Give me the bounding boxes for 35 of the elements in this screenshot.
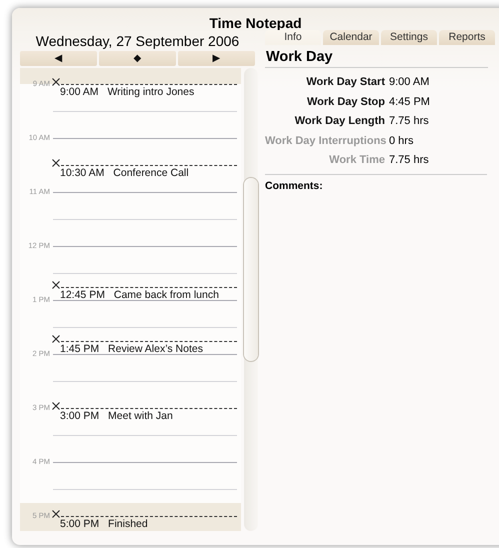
delete-icon[interactable] [52,334,60,342]
nav-button[interactable]: ◀ [20,51,97,66]
delete-icon[interactable] [52,510,60,518]
tab[interactable]: Info [265,30,321,45]
event-entry[interactable]: 10:30 AM Conference Call [60,167,189,180]
field-label: Work Day Stop [306,94,385,110]
field-label: Work Day Start [305,75,385,90]
field-value: 7.75 hrs [389,114,430,129]
field-value: 7.75 hrs [389,153,430,168]
field-label: Work Day Interruptions [265,134,385,148]
scroll-thumb[interactable] [244,178,258,361]
event-entry[interactable]: 9:00 AM Writing intro Jones [60,86,194,99]
event-entry[interactable]: 3:00 PM Meet with Jan [60,410,173,423]
section-heading: Work Day [265,45,488,68]
field-label: Work Day Length [294,114,385,129]
tab[interactable]: Calendar [323,30,379,45]
delete-icon[interactable] [52,280,60,288]
delete-icon[interactable] [52,402,60,410]
comments-label: Comments: [265,178,324,192]
delete-icon[interactable] [52,159,60,167]
nav-button[interactable]: ◆ [99,51,176,66]
tab[interactable]: Reports [439,30,495,45]
field-value: 9:00 AM [389,75,430,90]
nav-button[interactable]: ▶ [178,51,255,66]
event-entry[interactable]: 12:45 PM Came back from lunch [60,288,219,302]
event-entry[interactable]: 1:45 PM Review Alex’s Notes [60,342,203,356]
field-value: 4:45 PM [389,94,431,110]
event-entry[interactable]: 5:00 PM Finished [60,518,148,531]
delete-icon[interactable] [52,78,60,86]
field-value: 0 hrs [389,134,414,148]
window-title: Time Notepad [12,8,499,29]
tab[interactable]: Settings [381,30,437,45]
field-label: Work Time [328,153,385,168]
scrollbar[interactable] [244,68,258,531]
date-heading: Wednesday, 27 September 2006 [34,32,240,51]
